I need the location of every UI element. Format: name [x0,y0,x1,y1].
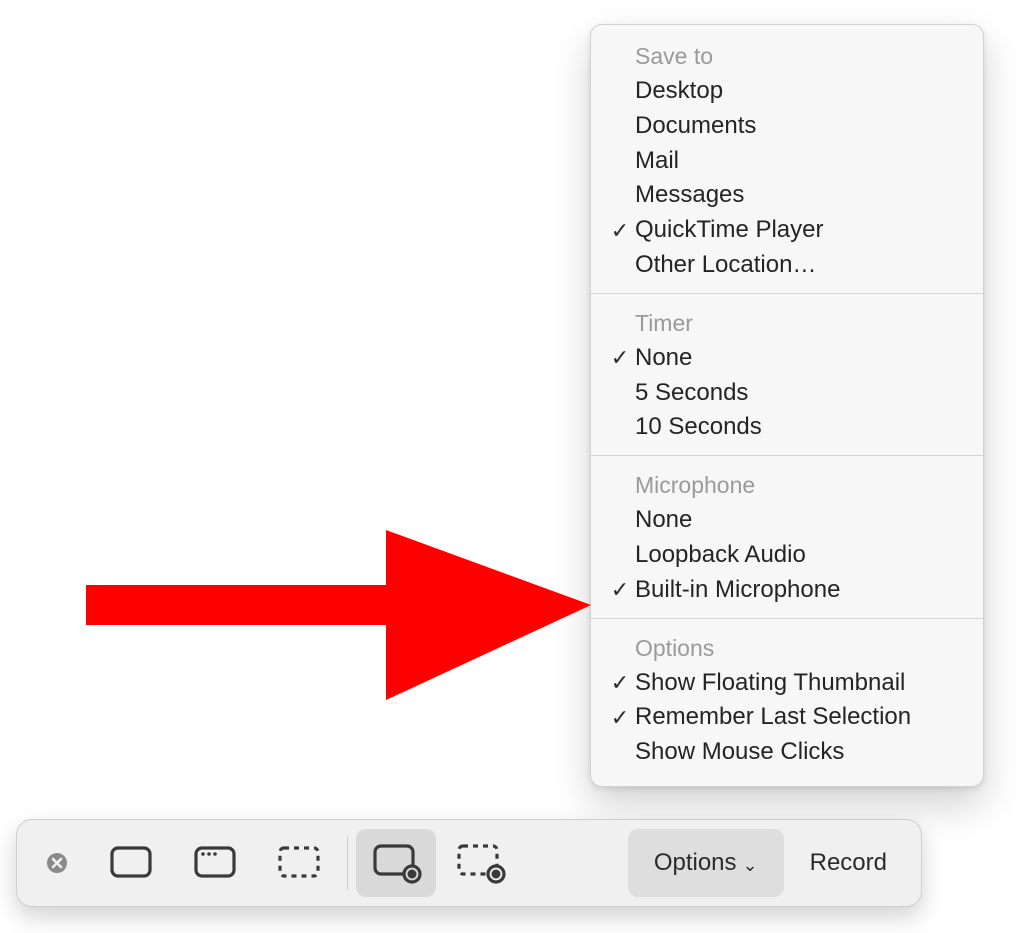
menu-item-desktop[interactable]: ✓ Desktop [591,74,983,109]
menu-section-save-to: Save to ✓ Desktop ✓ Documents ✓ Mail ✓ M… [591,31,983,289]
checkmark-icon: ✓ [605,667,635,699]
menu-item-label: None [635,341,961,376]
menu-item-show-floating-thumbnail[interactable]: ✓ Show Floating Thumbnail [591,666,983,701]
menu-item-timer-5s[interactable]: ✓ 5 Seconds [591,376,983,411]
menu-item-messages[interactable]: ✓ Messages [591,178,983,213]
toolbar-divider [347,836,348,890]
menu-section-microphone: Microphone ✓ None ✓ Loopback Audio ✓ Bui… [591,460,983,613]
menu-item-other-location[interactable]: ✓ Other Location… [591,248,983,283]
menu-section-options: Options ✓ Show Floating Thumbnail ✓ Reme… [591,623,983,776]
menu-item-mic-loopback[interactable]: ✓ Loopback Audio [591,538,983,573]
menu-item-quicktime-player[interactable]: ✓ QuickTime Player [591,213,983,248]
menu-item-mail[interactable]: ✓ Mail [591,144,983,179]
menu-header-microphone: Microphone [591,466,983,503]
menu-header-options: Options [591,629,983,666]
capture-entire-screen-button[interactable] [91,829,171,897]
record-entire-screen-button[interactable] [356,829,436,897]
options-menu[interactable]: Save to ✓ Desktop ✓ Documents ✓ Mail ✓ M… [590,24,984,787]
menu-item-label: QuickTime Player [635,213,961,248]
close-icon [45,851,69,875]
menu-item-mic-builtin[interactable]: ✓ Built-in Microphone [591,573,983,608]
menu-item-label: Loopback Audio [635,538,961,573]
record-button-label: Record [810,849,887,877]
menu-section-timer: Timer ✓ None ✓ 5 Seconds ✓ 10 Seconds [591,298,983,451]
options-button-label: Options [654,849,737,877]
menu-item-label: Mail [635,144,961,179]
capture-entire-screen-icon [107,843,155,883]
chevron-down-icon: ⌄ [743,855,758,876]
menu-item-label: Desktop [635,74,961,109]
menu-separator [591,293,983,294]
menu-item-mic-none[interactable]: ✓ None [591,503,983,538]
record-entire-screen-icon [370,841,422,885]
menu-item-documents[interactable]: ✓ Documents [591,109,983,144]
menu-item-label: None [635,503,961,538]
capture-window-button[interactable] [175,829,255,897]
menu-separator [591,618,983,619]
menu-item-label: Show Mouse Clicks [635,735,961,770]
menu-item-timer-10s[interactable]: ✓ 10 Seconds [591,410,983,445]
menu-item-label: Show Floating Thumbnail [635,666,961,701]
capture-selection-icon [275,843,323,883]
checkmark-icon: ✓ [605,574,635,606]
record-selection-icon [454,841,506,885]
menu-item-label: 5 Seconds [635,376,961,411]
menu-item-label: Messages [635,178,961,213]
menu-header-timer: Timer [591,304,983,341]
menu-item-label: Remember Last Selection [635,700,961,735]
record-button[interactable]: Record [784,829,913,897]
close-button[interactable] [27,829,87,897]
menu-item-show-mouse-clicks[interactable]: ✓ Show Mouse Clicks [591,735,983,770]
capture-selection-button[interactable] [259,829,339,897]
checkmark-icon: ✓ [605,702,635,734]
menu-item-timer-none[interactable]: ✓ None [591,341,983,376]
screenshot-toolbar: Options ⌄ Record [16,819,922,907]
capture-window-icon [191,843,239,883]
record-selection-button[interactable] [440,829,520,897]
checkmark-icon: ✓ [605,342,635,374]
annotation-arrow-icon [86,530,596,700]
menu-separator [591,455,983,456]
checkmark-icon: ✓ [605,215,635,247]
options-button[interactable]: Options ⌄ [628,829,784,897]
menu-item-label: 10 Seconds [635,410,961,445]
menu-header-save-to: Save to [591,37,983,74]
menu-item-remember-last-selection[interactable]: ✓ Remember Last Selection [591,700,983,735]
menu-item-label: Other Location… [635,248,961,283]
menu-item-label: Documents [635,109,961,144]
menu-item-label: Built-in Microphone [635,573,961,608]
